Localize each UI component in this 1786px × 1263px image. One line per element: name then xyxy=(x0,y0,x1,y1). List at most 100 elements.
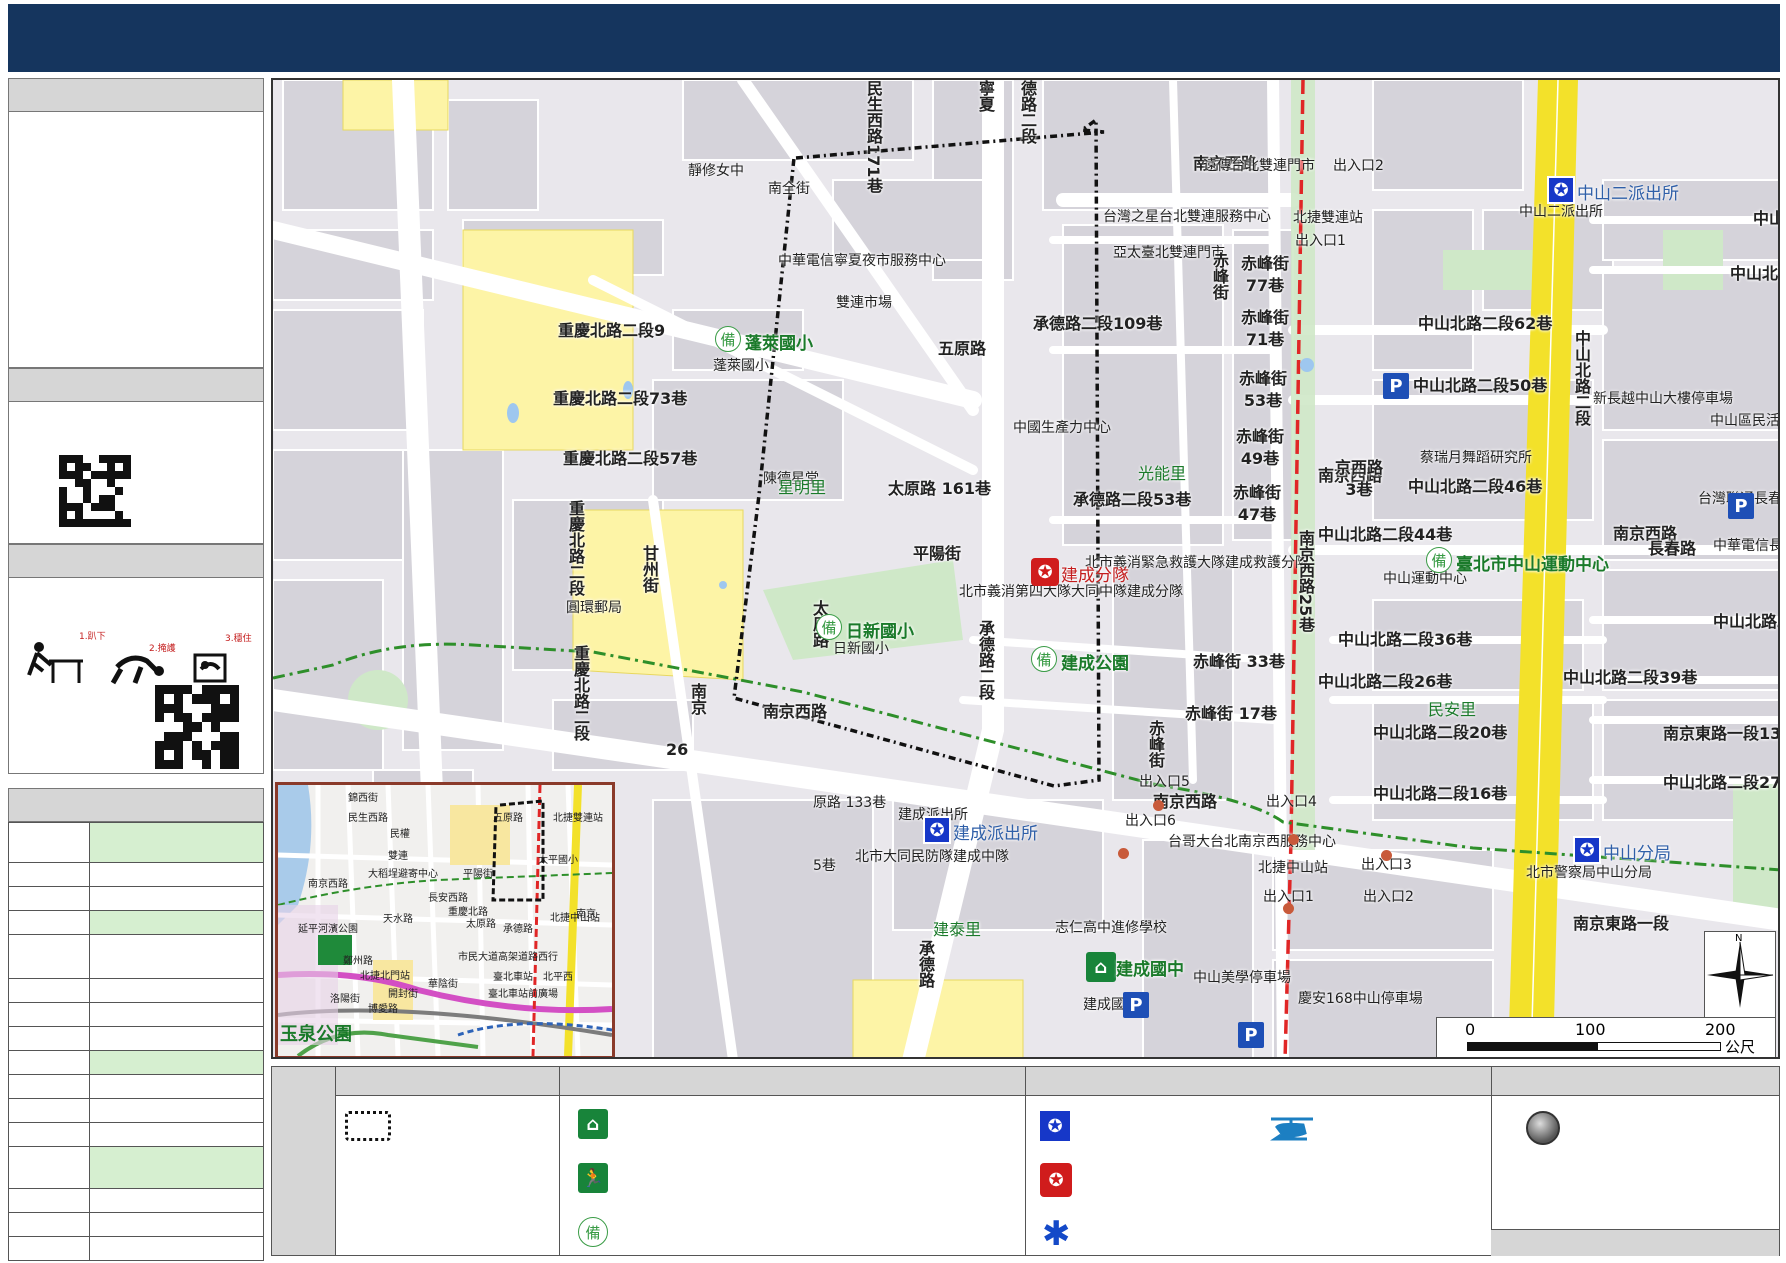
facility-key-cell xyxy=(8,1026,90,1051)
meeting-point-icon xyxy=(1526,1111,1560,1145)
inset-label: 大稻埕避寄中心 xyxy=(368,869,438,880)
inset-label: 臺北車站 xyxy=(493,972,533,983)
inset-label: 太平國小 xyxy=(538,855,578,866)
inset-label: 南京 xyxy=(576,909,596,920)
inset-label: 承德路 xyxy=(503,924,533,935)
police-icon: ✪ xyxy=(1038,1109,1072,1143)
inset-label: 重慶北路 xyxy=(448,907,488,918)
hold-figure-icon xyxy=(193,653,227,683)
street-label: 赤峰街 17巷 xyxy=(1185,704,1277,723)
inset-label: 開封街 xyxy=(388,989,418,1000)
facility-key-cell xyxy=(8,1074,90,1099)
street-label-vertical: 赤峰街 xyxy=(1146,720,1165,768)
fire-station-icon[interactable]: ✪ xyxy=(1031,558,1059,586)
poi-label: 靜修女中 xyxy=(688,163,744,179)
facility-value-cell xyxy=(89,1050,264,1075)
street-label-vertical: 中山北路二段 xyxy=(1572,330,1591,426)
qr-code-icon[interactable] xyxy=(155,685,239,769)
metro-exit-icon xyxy=(1381,850,1392,861)
facility-key-cell xyxy=(8,1212,90,1237)
inset-label: 民權 xyxy=(390,829,410,840)
street-label: 中山北路二段50巷 xyxy=(1413,376,1548,395)
facility-key-cell xyxy=(8,1050,90,1075)
facility-row xyxy=(8,1098,264,1123)
facility-row xyxy=(8,1236,264,1261)
poi-label: 中山區民活動中心 xyxy=(1710,413,1780,429)
map-view[interactable]: 南京西路 南京西路 南京東路一段 中山北路二段62巷 中山北路二段50巷 中山北路二段46… xyxy=(271,78,1780,1059)
poi-label: 5巷 xyxy=(813,858,836,874)
street-label: 中山北路二段45巷 xyxy=(1713,612,1778,631)
facility-row xyxy=(8,1074,264,1099)
reserve-site-icon[interactable]: 備 xyxy=(816,614,842,640)
poi-label: 雙連市場 xyxy=(836,295,892,311)
reserve-site-icon[interactable]: 備 xyxy=(1426,547,1452,573)
poi-label: 南全街 xyxy=(768,181,810,197)
facility-key-cell xyxy=(8,1146,90,1189)
police-icon[interactable]: ✪ xyxy=(1573,836,1601,864)
shelter-icon[interactable]: ⌂ xyxy=(1086,952,1116,982)
scale-tick-100: 100 xyxy=(1575,1020,1606,1039)
facility-label: 蓬萊國小 xyxy=(745,334,813,354)
facility-row xyxy=(8,862,264,887)
facility-row xyxy=(8,1026,264,1051)
evacuation-site-icon: 🏃 xyxy=(578,1163,608,1193)
street-label-vertical: 重慶北路二段 xyxy=(566,500,585,596)
facility-value-cell xyxy=(89,1236,264,1261)
helicopter-icon xyxy=(1270,1117,1313,1141)
street-label: 中山北路二段16巷 xyxy=(1373,784,1508,803)
street-label-vertical: 重慶北路二段 xyxy=(571,645,590,741)
facility-value-cell xyxy=(89,934,264,979)
facility-row xyxy=(8,1050,264,1075)
facility-key-cell xyxy=(8,1002,90,1027)
drill-panel: 1.趴下 2.掩護 3.穩住 xyxy=(8,544,264,774)
inset-label: 雙連 xyxy=(388,851,408,862)
metro-exit-icon xyxy=(1283,903,1294,914)
facility-header-band xyxy=(9,789,263,821)
poi-label: 中國生產力中心 xyxy=(1013,420,1111,436)
police-icon[interactable]: ✪ xyxy=(1547,176,1575,204)
inset-label: 五原路 xyxy=(493,813,523,824)
facility-key-cell xyxy=(8,1236,90,1261)
facility-value-cell xyxy=(89,1146,264,1189)
overview-inset-map[interactable]: 錦西街 民生西路 五原路 北捷雙連站 民權 雙連 太平國小 大稻埕避寄中心 南京西路 平陽街 北捷中… xyxy=(275,782,615,1057)
poi-label: 中華電信長春服務中 xyxy=(1713,538,1778,554)
street-label-vertical: 承德路二段 xyxy=(976,620,995,700)
village-label: 光能里 xyxy=(1138,464,1187,483)
street-label-vertical: 寧夏 xyxy=(976,80,995,112)
inset-label: 民生西路 xyxy=(348,813,388,824)
poi-label: 出入口6 xyxy=(1125,813,1176,829)
inset-label: 北平西 xyxy=(543,972,573,983)
street-label-vertical: 南京 xyxy=(688,683,707,715)
cover-figure-icon xyxy=(110,655,164,685)
poi-label: 新長越中山大樓停車場 xyxy=(1593,391,1733,407)
alley-label: 赤峰街 77巷 xyxy=(1241,254,1290,295)
facility-row xyxy=(8,978,264,1003)
legend-divider xyxy=(1025,1067,1026,1255)
inset-label: 玉泉公園 xyxy=(280,1024,352,1045)
legend-footer-band xyxy=(1491,1229,1779,1256)
street-label: 南京西路 xyxy=(763,702,828,721)
street-label: 長春路 xyxy=(1648,539,1697,558)
legend-side-band xyxy=(272,1067,336,1255)
police-icon[interactable]: ✪ xyxy=(923,816,951,844)
qr-panel-1-header xyxy=(9,369,263,402)
poi-label: 中山美學停車場 xyxy=(1193,970,1291,986)
poi-label: 北捷雙連站 xyxy=(1293,210,1363,226)
facility-value-cell xyxy=(89,886,264,911)
scale-bar-light xyxy=(1597,1042,1721,1051)
street-label: 太原路 161巷 xyxy=(888,479,991,498)
metro-exit-icon xyxy=(1153,800,1164,811)
qr-code-icon[interactable] xyxy=(59,455,131,527)
inset-label: 市民大道高架道路西行 xyxy=(458,952,558,963)
reserve-site-icon[interactable]: 備 xyxy=(1031,646,1057,672)
alley-label: 赤峰街 71巷 xyxy=(1241,308,1290,349)
legend-divider xyxy=(559,1067,560,1255)
reserve-site-icon[interactable]: 備 xyxy=(715,326,741,352)
street-label: 南京東路一段 xyxy=(1573,914,1670,933)
poi-label: 北捷中山站 xyxy=(1258,860,1328,876)
street-label: 中山北路二段26巷 xyxy=(1318,672,1453,691)
facility-value-cell xyxy=(89,862,264,887)
poi-label: 遠傳台北雙連門市 xyxy=(1203,158,1315,174)
facility-row xyxy=(8,1146,264,1189)
facility-key-cell xyxy=(8,886,90,911)
